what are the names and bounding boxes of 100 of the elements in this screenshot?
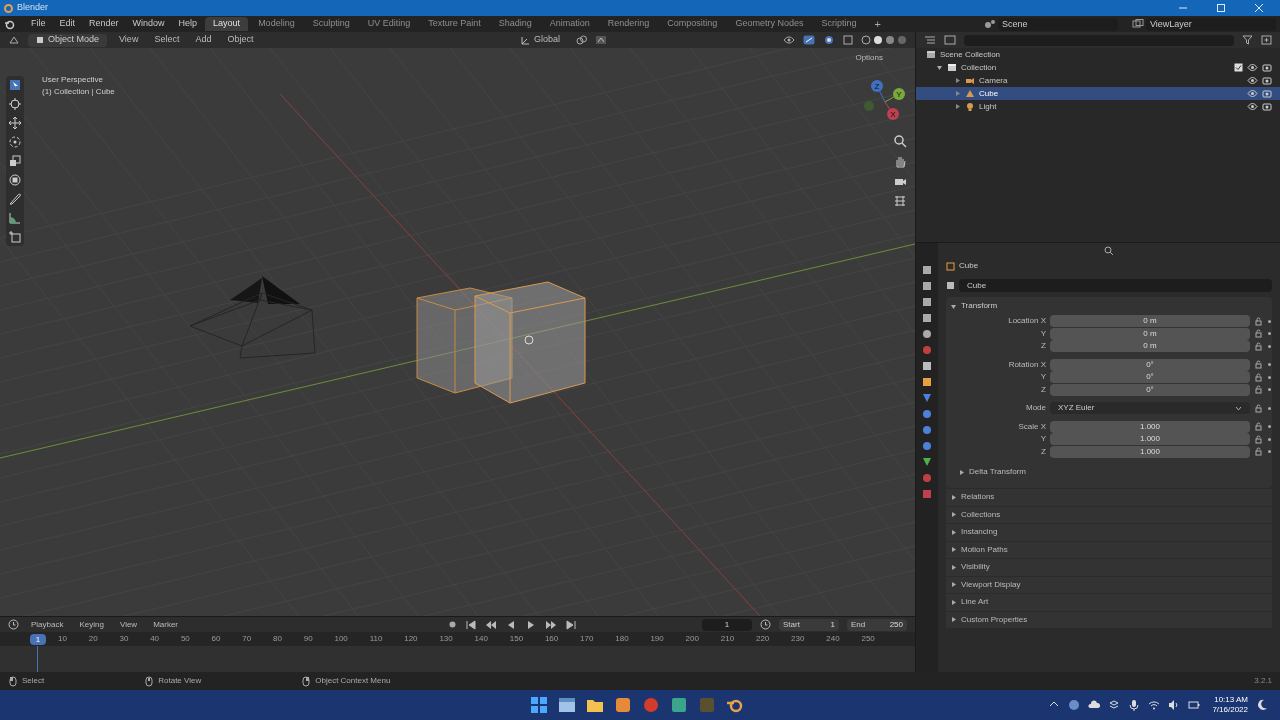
grid-icon[interactable]	[893, 194, 907, 208]
mode-dropdown[interactable]: Object Mode	[28, 33, 108, 47]
panel-header[interactable]: Line Art	[946, 594, 1272, 611]
panel-header[interactable]: Transform	[946, 297, 1272, 315]
menu-item[interactable]: Render	[83, 17, 125, 31]
camera-icon[interactable]	[1262, 89, 1272, 98]
keyframe-dot-icon[interactable]	[1267, 331, 1272, 337]
menu-item[interactable]: Add	[191, 33, 216, 47]
panel-header[interactable]: Viewport Display	[946, 576, 1272, 593]
overlay-toggle-icon[interactable]	[823, 35, 835, 45]
navigation-gizmo[interactable]: X Y Z	[857, 76, 907, 122]
view-layer-field[interactable]: ViewLayer	[1146, 17, 1276, 31]
eye-icon[interactable]	[1247, 89, 1258, 98]
menu-item[interactable]: View	[115, 33, 143, 47]
lock-icon[interactable]	[1254, 372, 1263, 382]
app-icon[interactable]	[614, 696, 632, 714]
keyframe-dot-icon[interactable]	[1267, 362, 1272, 368]
camera-icon[interactable]	[1262, 102, 1272, 111]
close-icon[interactable]	[1254, 3, 1264, 13]
moon-icon[interactable]	[1256, 699, 1268, 711]
panel-header[interactable]: Motion Paths	[946, 541, 1272, 558]
eye-icon[interactable]	[1247, 102, 1258, 111]
transform-icon[interactable]	[8, 173, 22, 187]
subpanel-header[interactable]: Delta Transform	[946, 464, 1272, 480]
menu-item[interactable]: Edit	[53, 17, 82, 31]
scale-icon[interactable]	[8, 154, 22, 168]
rotate-icon[interactable]	[8, 135, 22, 149]
list-icon[interactable]	[924, 35, 936, 45]
app-icon[interactable]	[670, 696, 688, 714]
camera-icon[interactable]	[1262, 76, 1272, 85]
keyframe-dot-icon[interactable]	[1267, 318, 1272, 324]
eye-icon[interactable]	[1247, 63, 1258, 72]
workspace-tab[interactable]: Shading	[490, 17, 540, 31]
editor-type-icon[interactable]	[8, 35, 20, 45]
number-field[interactable]: 0 m	[1050, 315, 1250, 328]
cursor-icon[interactable]	[8, 97, 22, 111]
workspace-tab[interactable]: Geometry Nodes	[727, 17, 812, 31]
maximize-icon[interactable]	[1216, 3, 1226, 13]
start-icon[interactable]	[530, 696, 548, 714]
panel-header[interactable]: Relations	[946, 489, 1272, 506]
menu-item[interactable]: Window	[126, 17, 171, 31]
options-dropdown[interactable]: Options	[851, 52, 887, 64]
eye-icon[interactable]	[1247, 76, 1258, 85]
workspace-tab[interactable]: Layout	[205, 17, 249, 31]
orientation-dropdown[interactable]: Global	[513, 33, 568, 47]
object-name-field[interactable]: Cube	[959, 278, 1272, 292]
menu-item[interactable]: Marker	[149, 618, 183, 631]
workspace-tab[interactable]: Modeling	[250, 17, 303, 31]
panel-header[interactable]: Collections	[946, 506, 1272, 523]
panel-header[interactable]: Custom Properties	[946, 611, 1272, 628]
workspace-tab[interactable]: Sculpting	[304, 17, 358, 31]
start-frame-field[interactable]: Start 1	[779, 618, 839, 631]
blender-logo-icon[interactable]	[4, 18, 15, 30]
lock-icon[interactable]	[1254, 434, 1263, 444]
add-workspace-button[interactable]: +	[866, 15, 889, 33]
move-icon[interactable]	[8, 116, 22, 130]
jump-start-icon[interactable]	[465, 618, 478, 631]
keyframe-dot-icon[interactable]	[1267, 374, 1272, 380]
cloud-icon[interactable]	[1088, 699, 1101, 711]
display-mode-icon[interactable]	[944, 35, 956, 45]
menu-item[interactable]: Object	[223, 33, 258, 47]
workspace-tab[interactable]: Scripting	[813, 17, 865, 31]
select-box-icon[interactable]	[8, 78, 22, 92]
playhead-frame[interactable]: 1	[30, 633, 46, 645]
workspace-tab[interactable]: Texture Paint	[420, 17, 489, 31]
checkbox-icon[interactable]	[1234, 63, 1243, 72]
keyframe-dot-icon[interactable]	[1267, 424, 1272, 430]
battery-icon[interactable]	[1188, 699, 1201, 711]
snap-icon[interactable]	[595, 35, 607, 45]
clock-icon[interactable]	[8, 619, 19, 630]
object-icon[interactable]	[922, 377, 932, 387]
keyframe-dot-icon[interactable]	[1267, 436, 1272, 442]
lock-icon[interactable]	[1254, 316, 1263, 326]
circle-icon[interactable]	[1068, 699, 1081, 711]
outliner-item[interactable]: Scene Collection	[940, 48, 1001, 61]
panel-header[interactable]: Instancing	[946, 524, 1272, 541]
annotate-icon[interactable]	[8, 192, 22, 206]
lock-icon[interactable]	[1254, 447, 1263, 457]
hand-icon[interactable]	[893, 154, 907, 168]
view-layer-icon[interactable]	[1132, 19, 1144, 29]
lock-icon[interactable]	[1254, 329, 1263, 339]
number-field[interactable]: 1.000	[1050, 433, 1250, 446]
camera-icon[interactable]	[1262, 63, 1272, 72]
menu-item[interactable]: Keying	[75, 618, 108, 631]
wireframe-shading-icon[interactable]	[861, 35, 871, 45]
search-icon[interactable]	[1104, 246, 1114, 256]
jump-end-icon[interactable]	[565, 618, 578, 631]
material-shading-icon[interactable]	[885, 35, 895, 45]
rendered-shading-icon[interactable]	[897, 35, 907, 45]
workspace-tab[interactable]: Rendering	[599, 17, 658, 31]
window-icon[interactable]	[558, 696, 576, 714]
zoom-icon[interactable]	[893, 134, 907, 148]
outliner-row[interactable]: Collection	[916, 61, 1280, 74]
microphone-icon[interactable]	[1128, 699, 1141, 711]
number-field[interactable]: 0°	[1050, 371, 1250, 384]
lock-icon[interactable]	[1254, 422, 1263, 432]
disclosure-triangle-icon[interactable]	[936, 64, 943, 71]
wifi-icon[interactable]	[1148, 699, 1161, 711]
number-field[interactable]: 1.000	[1050, 445, 1250, 458]
number-field[interactable]: 0°	[1050, 383, 1250, 396]
